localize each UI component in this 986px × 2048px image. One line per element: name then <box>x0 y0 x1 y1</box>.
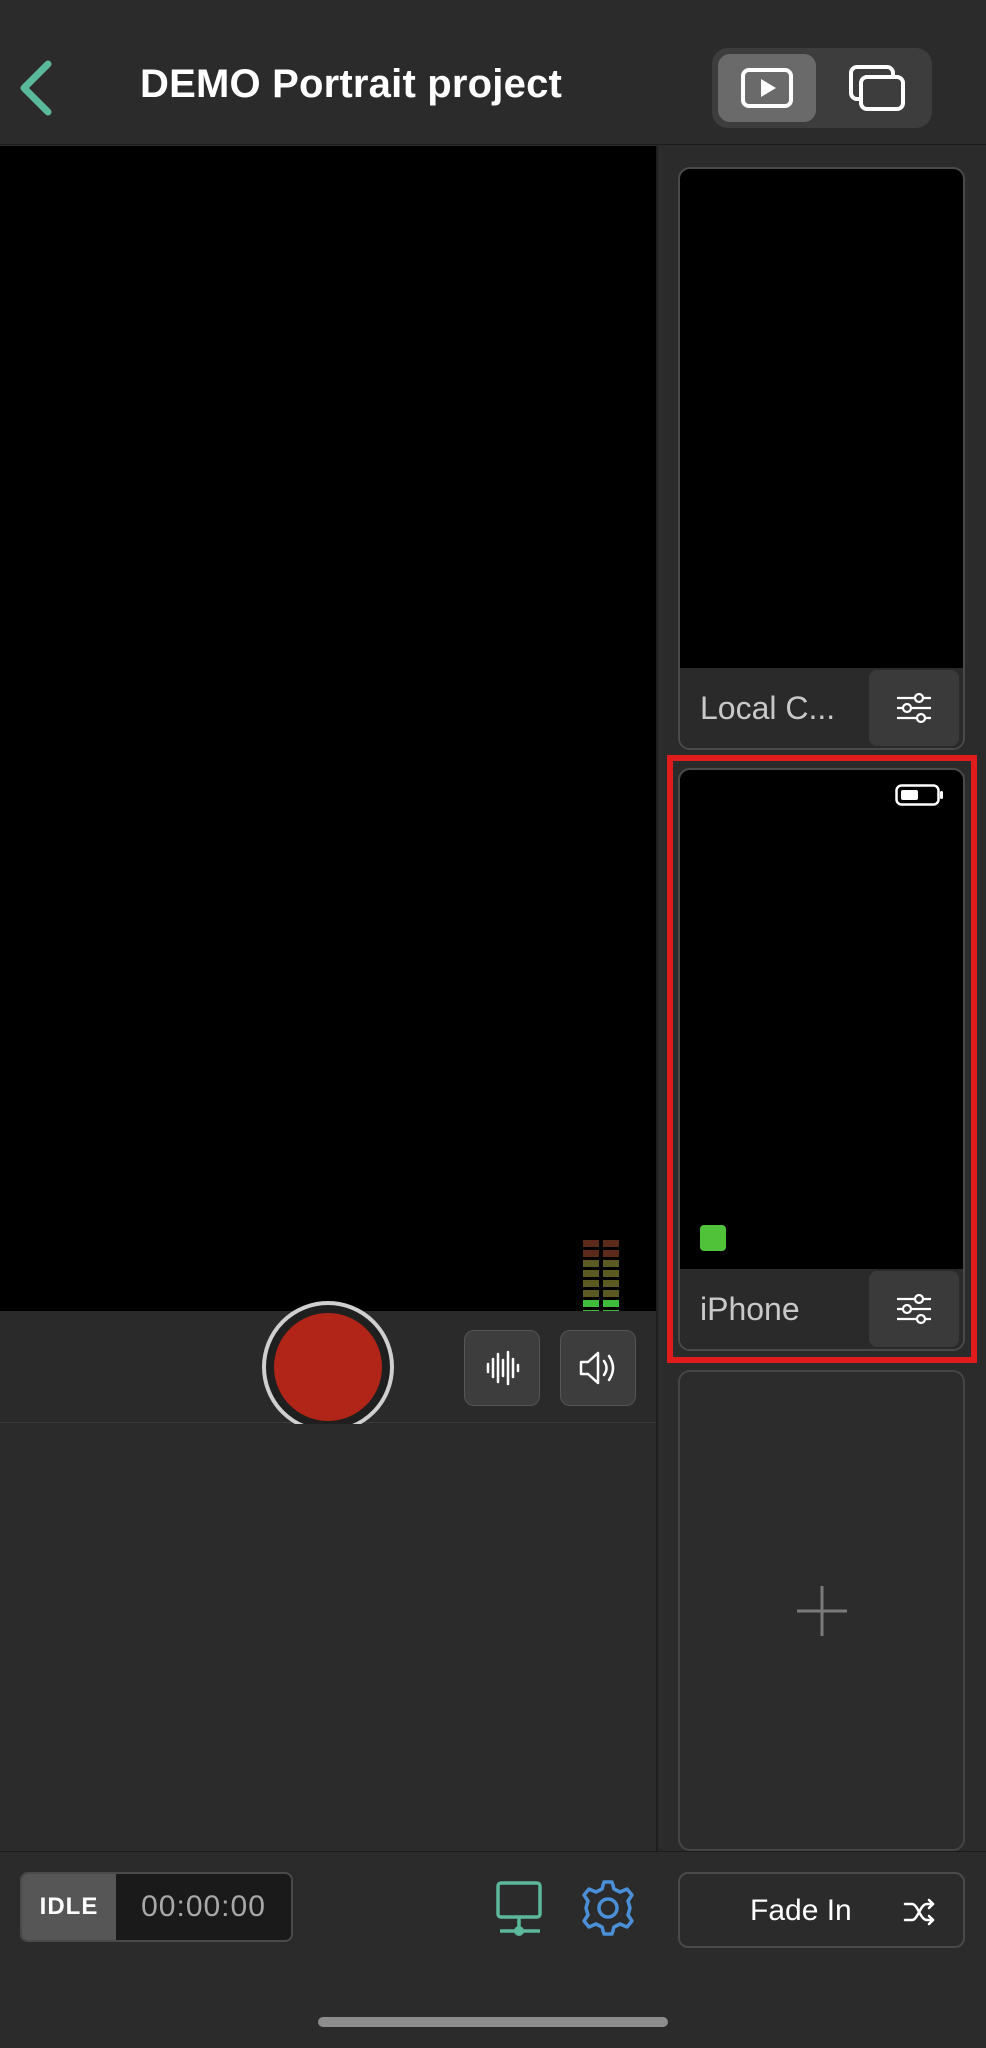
external-display-button[interactable] <box>494 1880 548 1940</box>
vu-segment <box>603 1300 619 1307</box>
vu-segment <box>603 1240 619 1247</box>
shuffle-icon <box>903 1898 935 1926</box>
add-source-button[interactable] <box>678 1370 965 1851</box>
vu-segment <box>603 1290 619 1297</box>
source-settings-button[interactable] <box>869 1271 959 1347</box>
sliders-icon <box>897 1293 931 1325</box>
status-badge: IDLE <box>22 1874 116 1940</box>
speaker-button[interactable] <box>560 1330 636 1406</box>
program-preview[interactable] <box>0 146 656 1407</box>
gear-icon <box>582 1880 634 1936</box>
source-tile-iphone[interactable]: iPhone <box>678 768 965 1351</box>
sliders-icon <box>897 692 931 724</box>
header: DEMO Portrait project <box>0 0 986 145</box>
connection-status-indicator <box>700 1225 726 1251</box>
audio-waveform-button[interactable] <box>464 1330 540 1406</box>
monitor-network-icon <box>496 1881 542 1936</box>
record-button[interactable] <box>262 1301 394 1433</box>
settings-button[interactable] <box>578 1878 638 1938</box>
back-button[interactable] <box>14 58 62 118</box>
bottom-bar: IDLE 00:00:00 Fade In <box>0 1851 986 2048</box>
source-label: Local C... <box>700 690 836 726</box>
plus-icon <box>796 1585 847 1636</box>
lower-panel <box>0 1424 656 1851</box>
vu-segment <box>583 1260 599 1267</box>
program-view-button[interactable] <box>718 54 816 122</box>
source-settings-button[interactable] <box>869 670 959 746</box>
program-view-icon <box>741 68 793 108</box>
multiview-icon <box>849 65 905 111</box>
vu-segment <box>583 1280 599 1287</box>
chevron-left-icon <box>20 60 52 116</box>
source-label: iPhone <box>700 1291 800 1327</box>
source-tile-footer: iPhone <box>680 1269 963 1349</box>
timecode-display: 00:00:00 <box>141 1890 266 1923</box>
vu-segment <box>603 1260 619 1267</box>
vu-segment <box>603 1250 619 1257</box>
vu-segment <box>583 1300 599 1307</box>
vu-segment <box>583 1240 599 1247</box>
vu-segment <box>583 1250 599 1257</box>
transition-button[interactable]: Fade In <box>678 1872 965 1948</box>
battery-icon <box>895 784 943 806</box>
vu-segment <box>583 1290 599 1297</box>
multiview-button[interactable] <box>828 54 926 122</box>
transition-label: Fade In <box>750 1894 852 1927</box>
source-tile-footer: Local C... <box>680 668 963 748</box>
vu-segment <box>603 1270 619 1277</box>
source-tile-local-camera[interactable]: Local C... <box>678 167 965 750</box>
record-button-dot <box>274 1313 382 1421</box>
speaker-icon <box>579 1351 615 1385</box>
vu-segment <box>603 1280 619 1287</box>
recording-status: IDLE 00:00:00 <box>20 1872 293 1942</box>
home-indicator <box>318 2017 668 2027</box>
column-divider <box>656 146 658 1851</box>
vu-segment <box>583 1270 599 1277</box>
view-mode-toggle <box>712 48 932 128</box>
waveform-icon <box>486 1350 520 1386</box>
page-title: DEMO Portrait project <box>140 62 563 106</box>
